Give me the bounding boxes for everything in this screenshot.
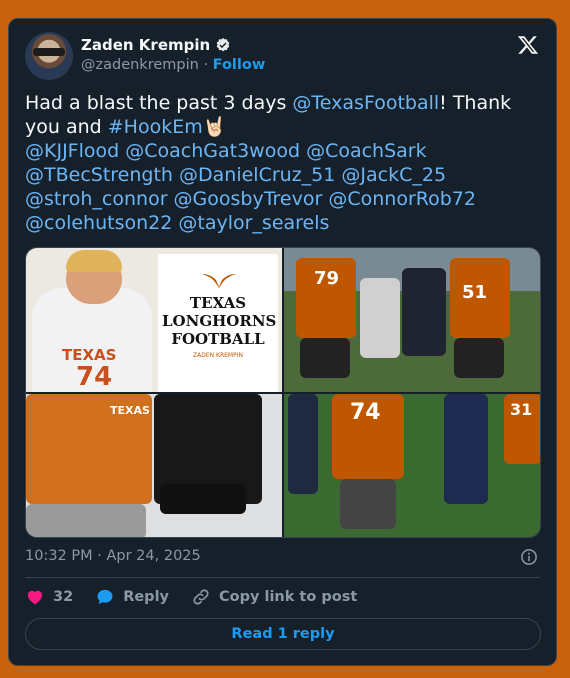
like-count: 32 — [53, 589, 74, 605]
reply-label: Reply — [123, 589, 169, 605]
media-photo-2[interactable]: 79 51 — [284, 248, 540, 392]
x-logo-icon[interactable] — [517, 34, 539, 56]
jersey-number: 74 — [76, 362, 113, 392]
hook-em-emoji: 🤘🏻 — [202, 116, 227, 138]
jersey-number: 79 — [314, 268, 340, 289]
tweet-text-part: Had a blast the past 3 days — [25, 92, 293, 114]
tweet-timestamp[interactable]: 10:32 PM · Apr 24, 2025 — [25, 548, 201, 564]
mention-link[interactable]: @DanielCruz_51 — [179, 164, 335, 186]
mention-link[interactable]: @GoosbyTrevor — [174, 188, 323, 210]
read-reply-button[interactable]: Read 1 reply — [25, 618, 541, 650]
heart-icon — [27, 590, 43, 605]
mention-link[interactable]: @CoachGat3wood — [125, 140, 300, 162]
media-grid: TEXAS 74 TEXAS LONGHORNS FOOTBALL ZADEN … — [25, 247, 541, 538]
poster-title: TEXAS LONGHORNS FOOTBALL — [162, 294, 277, 348]
author-name[interactable]: Zaden Krempin — [81, 36, 210, 54]
copy-link-button[interactable]: Copy link to post — [191, 587, 357, 607]
reply-button[interactable]: Reply — [95, 587, 169, 607]
mention-link[interactable]: @ConnorRob72 — [328, 188, 476, 210]
mention-link[interactable]: @taylor_searels — [178, 212, 329, 234]
longhorn-logo-icon — [202, 274, 236, 288]
mention-link[interactable]: @CoachSark — [306, 140, 427, 162]
author-handle[interactable]: @zadenkrempin — [81, 57, 199, 73]
verified-badge-icon — [216, 38, 230, 52]
media-photo-4[interactable]: 74 31 — [284, 394, 540, 537]
follow-button[interactable]: Follow — [213, 57, 266, 73]
mention-link[interactable]: @JackC_25 — [341, 164, 446, 186]
mention-link[interactable]: @colehutson22 — [25, 212, 172, 234]
like-button[interactable]: 32 — [25, 587, 73, 607]
mention-link[interactable]: @TexasFootball — [292, 92, 439, 114]
avatar[interactable] — [25, 32, 73, 80]
poster-subtitle: ZADEN KREMPIN — [193, 352, 243, 359]
speech-bubble-icon — [97, 589, 113, 605]
link-icon — [193, 589, 209, 605]
jersey-number: 74 — [350, 400, 381, 425]
media-photo-3[interactable]: TEXAS — [26, 394, 282, 537]
mention-link[interactable]: @KJJFlood — [25, 140, 119, 162]
jersey-number: 31 — [510, 400, 533, 419]
tweet-text: Had a blast the past 3 days @TexasFootba… — [25, 91, 540, 235]
author-handle-row: @zadenkrempin · Follow — [81, 57, 265, 73]
tweet-card: Zaden Krempin @zadenkrempin · Follow Had… — [8, 18, 557, 666]
shirt-text: TEXAS — [110, 404, 150, 417]
mention-link[interactable]: @stroh_connor — [25, 188, 168, 210]
action-bar: 32 Reply Copy link to post — [25, 587, 379, 607]
hashtag-link[interactable]: #HookEm — [108, 116, 203, 138]
author-name-row: Zaden Krempin — [81, 36, 231, 54]
divider — [25, 577, 540, 578]
media-photo-1[interactable]: TEXAS 74 TEXAS LONGHORNS FOOTBALL ZADEN … — [26, 248, 282, 392]
handle-separator: · — [203, 57, 209, 73]
info-icon[interactable] — [520, 548, 538, 566]
mention-link[interactable]: @TBecStrength — [25, 164, 173, 186]
jersey-number: 51 — [462, 282, 488, 303]
copy-link-label: Copy link to post — [219, 589, 358, 605]
